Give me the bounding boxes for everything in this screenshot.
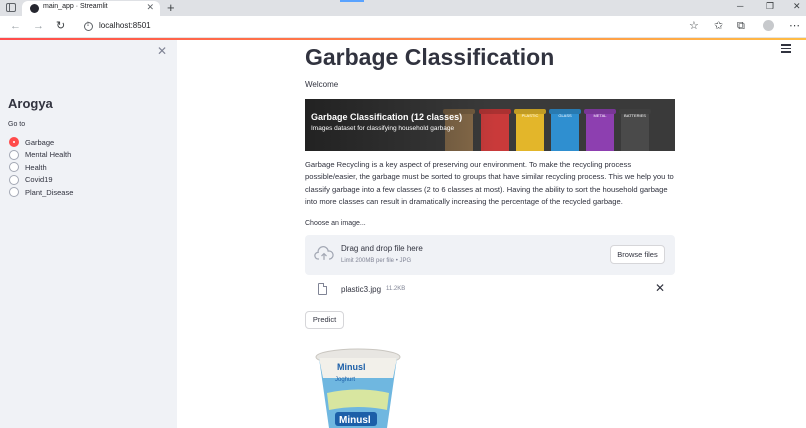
- main-menu-icon[interactable]: [781, 44, 791, 53]
- restore-icon[interactable]: ❐: [766, 1, 774, 12]
- radio-unselected-icon[interactable]: [9, 149, 19, 160]
- radio-option-plant-disease[interactable]: Plant_Disease: [9, 186, 73, 199]
- site-info-icon[interactable]: [84, 21, 93, 31]
- sidebar-title: Arogya: [8, 96, 53, 111]
- new-tab-icon[interactable]: +: [167, 0, 175, 15]
- favorites-icon[interactable]: ✩: [714, 19, 723, 33]
- radio-option-label: Covid19: [25, 175, 53, 185]
- radio-option-covid19[interactable]: Covid19: [9, 174, 73, 187]
- uploaded-yogurt-image: Minusl Joghurt Minusl: [315, 348, 401, 428]
- description-paragraph: Garbage Recycling is a key aspect of pre…: [305, 160, 674, 207]
- dropzone-instructions: Drag and drop file here: [341, 244, 423, 253]
- window-accent: [340, 0, 364, 2]
- banner-subtitle: Images dataset for classifying household…: [311, 125, 455, 132]
- more-menu-icon[interactable]: ⋯: [789, 19, 800, 33]
- yogurt-logo-text: Minusl: [339, 415, 371, 426]
- uploader-label: Choose an image...: [305, 220, 366, 227]
- welcome-text: Welcome: [305, 80, 339, 89]
- tab-close-icon[interactable]: ✕: [146, 2, 154, 13]
- file-icon: [318, 283, 327, 295]
- tab-title: main_app · Streamlit: [43, 3, 108, 10]
- bin-label: GLASS: [558, 113, 572, 118]
- uploaded-file-row: plastic3.jpg 11.2KB ✕: [305, 280, 675, 300]
- nav-radio-group: Garbage Mental Health Health Covid19 Pla…: [9, 136, 73, 199]
- address-toolbar: ← → ↻ localhost:8501 ☆ ✩ ⧉ ⋯: [0, 16, 806, 38]
- sidebar-close-icon[interactable]: ✕: [157, 44, 167, 58]
- favorite-star-icon[interactable]: ☆: [689, 19, 699, 33]
- reload-icon[interactable]: ↻: [56, 20, 65, 33]
- address-bar[interactable]: localhost:8501: [78, 19, 698, 35]
- collections-icon[interactable]: ⧉: [737, 19, 745, 33]
- page-title: Garbage Classification: [305, 44, 555, 70]
- predict-button[interactable]: Predict: [305, 311, 344, 329]
- nav-radio-label: Go to: [8, 121, 26, 128]
- radio-option-label: Garbage: [25, 137, 55, 147]
- radio-option-garbage[interactable]: Garbage: [9, 136, 73, 149]
- radio-unselected-icon[interactable]: [9, 187, 19, 198]
- radio-unselected-icon[interactable]: [9, 174, 19, 185]
- browser-tab[interactable]: main_app · Streamlit ✕: [22, 1, 160, 16]
- browse-files-button[interactable]: Browse files: [610, 245, 665, 264]
- back-icon[interactable]: ←: [10, 20, 21, 33]
- file-dropzone[interactable]: Drag and drop file here Limit 200MB per …: [305, 235, 675, 275]
- minimize-icon[interactable]: ─: [737, 1, 743, 11]
- url-text[interactable]: localhost:8501: [99, 21, 151, 30]
- radio-option-label: Health: [25, 162, 47, 172]
- banner-title: Garbage Classification (12 classes): [311, 112, 463, 122]
- browser-tab-bar: main_app · Streamlit ✕ + ─ ❐ ✕: [0, 0, 806, 16]
- bin-label: BATTERIES: [624, 113, 646, 118]
- radio-option-label: Mental Health: [25, 150, 72, 160]
- radio-option-mental-health[interactable]: Mental Health: [9, 149, 73, 162]
- dataset-banner-image: PLASTIC GLASS METAL BATTERIES Garbage Cl…: [305, 99, 675, 151]
- bin-label: PLASTIC: [521, 113, 539, 118]
- uploaded-file-name: plastic3.jpg: [341, 285, 382, 294]
- radio-unselected-icon[interactable]: [9, 162, 19, 173]
- streamlit-favicon-icon: [30, 4, 39, 13]
- dropzone-limit: Limit 200MB per file • JPG: [341, 258, 412, 264]
- tab-actions-icon[interactable]: [6, 3, 16, 12]
- window-close-icon[interactable]: ✕: [793, 1, 801, 12]
- profile-avatar-icon[interactable]: [763, 20, 774, 31]
- uploaded-file-size: 11.2KB: [386, 286, 406, 292]
- radio-selected-icon[interactable]: [9, 137, 19, 148]
- remove-file-icon[interactable]: ✕: [655, 281, 665, 295]
- radio-option-label: Plant_Disease: [25, 187, 74, 197]
- bin-label: METAL: [593, 113, 607, 118]
- radio-option-health[interactable]: Health: [9, 161, 73, 174]
- yogurt-brand-text: Minusl: [337, 362, 366, 372]
- forward-icon[interactable]: →: [33, 20, 44, 33]
- sidebar: ✕ Arogya Go to Garbage Mental Health Hea…: [0, 40, 177, 428]
- upload-cloud-icon: [314, 246, 334, 260]
- yogurt-product-text: Joghurt: [335, 377, 355, 383]
